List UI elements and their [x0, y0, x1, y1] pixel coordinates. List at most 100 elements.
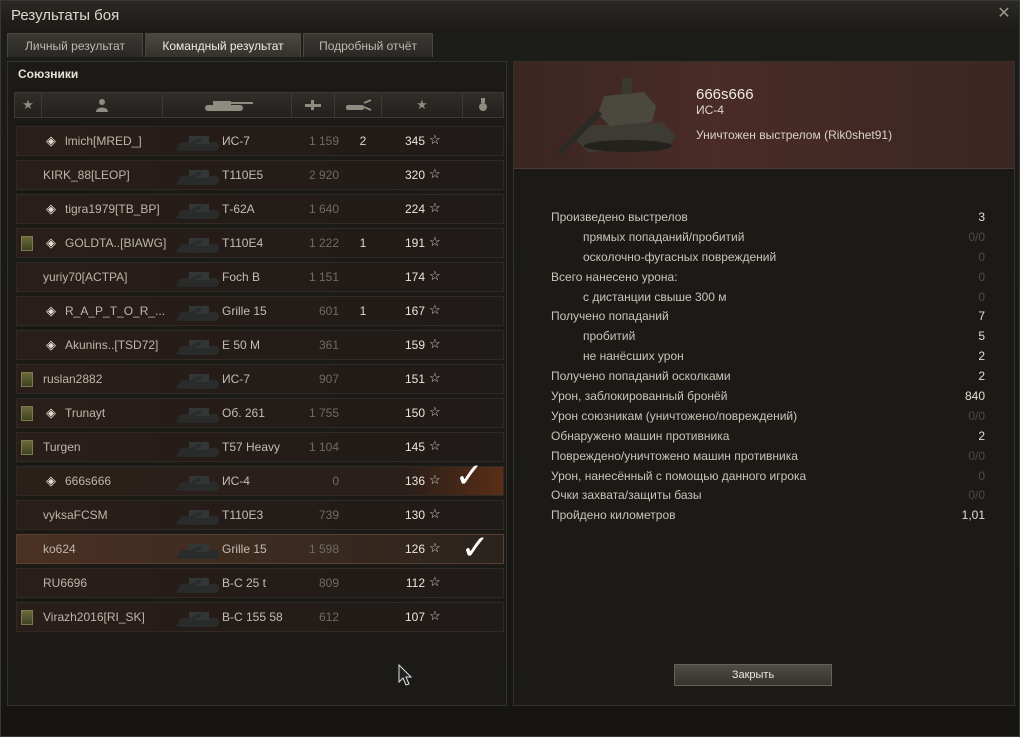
- stat-label: не нанёсших урон: [583, 349, 684, 364]
- player-name-cell: lmich[MRED_]: [65, 134, 142, 148]
- experience-cell: 345: [404, 134, 425, 148]
- damage-icon: [305, 100, 321, 110]
- damage-cell: 1 159: [308, 134, 339, 148]
- stat-row: Получено попаданий осколками 2: [551, 367, 985, 387]
- table-row[interactable]: ◈ 666s666 ИС-4 0 136 ☆: [16, 466, 504, 496]
- player-name-cell: tigra1979[TB_BP]: [65, 202, 160, 216]
- stat-row: Урон союзникам (уничтожено/повреждений) 0…: [551, 407, 985, 427]
- stat-label: Урон, заблокированный бронёй: [551, 389, 728, 404]
- stat-value: 0: [978, 289, 985, 304]
- stat-value: 0/0: [968, 488, 985, 503]
- tab-personal-result[interactable]: Личный результат: [7, 33, 143, 57]
- kills-cell: 1: [359, 304, 367, 318]
- player-name-cell: ko624: [43, 542, 76, 556]
- stat-row: Урон, нанесённый с помощью данного игрок…: [551, 467, 985, 487]
- tank-name-cell: Об. 261: [222, 406, 265, 420]
- header-badge-column[interactable]: ★: [15, 93, 42, 117]
- experience-star-icon: ☆: [429, 132, 441, 147]
- table-row[interactable]: ko624 Grille 15 1 598 126 ☆: [16, 534, 504, 564]
- header-experience-column[interactable]: ★: [382, 93, 463, 117]
- player-name-cell: vyksaFCSM: [43, 508, 108, 522]
- table-row[interactable]: ◈ R_A_P_T_O_R_... Grille 15 601 1 167 ☆: [16, 296, 504, 326]
- damage-cell: 0: [332, 474, 339, 488]
- damage-cell: 1 104: [308, 440, 339, 454]
- tank-name-cell: ИС-4: [222, 474, 250, 488]
- player-header: 666s666 ИС-4 Уничтожен выстрелом (Rik0sh…: [514, 62, 1014, 169]
- player-name-cell: 666s666: [65, 474, 112, 488]
- platoon-icon: ◈: [46, 337, 56, 352]
- stat-row: Пройдено километров 1,01: [551, 506, 985, 526]
- medal-icon: [479, 98, 487, 111]
- stat-row: Урон, заблокированный бронёй 840: [551, 387, 985, 407]
- stat-row: осколочно-фугасных повреждений 0: [551, 248, 985, 268]
- tab-detailed-report[interactable]: Подробный отчёт: [303, 33, 433, 57]
- damage-cell: 601: [318, 304, 339, 318]
- player-name: 666s666: [696, 86, 754, 103]
- stat-value: 0/0: [968, 448, 985, 463]
- table-row[interactable]: yuriy70[ACTPA] Foch B 1 151 174 ☆: [16, 262, 504, 292]
- player-tank: ИС-4: [696, 103, 724, 117]
- platoon-icon: ◈: [46, 201, 56, 216]
- table-row[interactable]: KIRK_88[LEOP] T110E5 2 920 320 ☆: [16, 160, 504, 190]
- tab-team-result[interactable]: Командный результат: [145, 33, 301, 57]
- allies-section-title: Союзники: [18, 67, 79, 81]
- table-row[interactable]: ◈ GOLDTA..[BIAWG] T110E4 1 222 1 191 ☆: [16, 228, 504, 258]
- checkmark-annotation: ✓: [455, 456, 484, 496]
- experience-cell: 145: [404, 440, 425, 454]
- platoon-icon: ◈: [46, 235, 56, 250]
- stat-value: 2: [978, 428, 985, 443]
- damage-cell: 1 755: [308, 406, 339, 420]
- player-name-cell: yuriy70[ACTPA]: [43, 270, 128, 284]
- tank-name-cell: B-C 155 58: [222, 610, 283, 624]
- stat-value: 3: [978, 210, 985, 224]
- header-tank-column[interactable]: [163, 93, 292, 117]
- tank-name-cell: ИС-7: [222, 134, 250, 148]
- stat-label: Пройдено километров: [551, 508, 676, 523]
- table-row[interactable]: Turgen T57 Heavy 1 104 145 ☆: [16, 432, 504, 462]
- table-row[interactable]: Virazh2016[RI_SK] B-C 155 58 612 107 ☆: [16, 602, 504, 632]
- tank-name-cell: Foch B: [222, 270, 261, 284]
- damage-cell: 1 640: [308, 202, 339, 216]
- header-medal-column[interactable]: [463, 93, 503, 117]
- experience-star-icon: ☆: [429, 234, 441, 249]
- experience-cell: 159: [404, 338, 425, 352]
- experience-star-icon: ☆: [429, 506, 441, 521]
- experience-star-icon: ☆: [429, 540, 441, 555]
- experience-star-icon: ☆: [429, 166, 441, 181]
- experience-cell: 107: [404, 610, 425, 624]
- tank-icon: [205, 101, 253, 111]
- experience-star-icon: ☆: [429, 302, 441, 317]
- header-kills-column[interactable]: [335, 93, 382, 117]
- table-row[interactable]: ruslan2882 ИС-7 907 151 ☆: [16, 364, 504, 394]
- header-damage-column[interactable]: [292, 93, 335, 117]
- close-button[interactable]: Закрыть: [674, 664, 832, 686]
- table-row[interactable]: RU6696 B-C 25 t 809 112 ☆: [16, 568, 504, 598]
- player-name-cell: ruslan2882: [43, 372, 103, 386]
- close-icon[interactable]: ✕: [995, 5, 1013, 23]
- stat-value: 0/0: [968, 229, 985, 244]
- damage-cell: 361: [318, 338, 339, 352]
- table-row[interactable]: vyksaFCSM T110E3 739 130 ☆: [16, 500, 504, 530]
- allies-panel: Союзники ★ ★ ◈ lmich[MRED_] ИС-7 1 159 2…: [7, 61, 507, 706]
- table-row[interactable]: ◈ Trunayt Об. 261 1 755 150 ☆: [16, 398, 504, 428]
- tank-name-cell: Grille 15: [222, 542, 267, 556]
- stat-value: 840: [964, 389, 985, 404]
- header-player-column[interactable]: [42, 93, 163, 117]
- platoon-icon: ◈: [46, 473, 56, 488]
- stat-value: 2: [978, 349, 985, 364]
- stat-row: Обнаружено машин противника 2: [551, 427, 985, 447]
- experience-star-icon: ☆: [429, 438, 441, 453]
- player-name-cell: Virazh2016[RI_SK]: [43, 610, 145, 624]
- table-row[interactable]: ◈ Akunins..[TSD72] E 50 M 361 159 ☆: [16, 330, 504, 360]
- damage-cell: 1 222: [308, 236, 339, 250]
- stat-value: 0/0: [968, 408, 985, 423]
- window-title: Результаты боя: [11, 7, 120, 24]
- table-row[interactable]: ◈ lmich[MRED_] ИС-7 1 159 2 345 ☆: [16, 126, 504, 156]
- stat-row: с дистанции свыше 300 м 0: [551, 288, 985, 308]
- damage-cell: 612: [318, 610, 339, 624]
- table-header: ★ ★: [14, 92, 504, 118]
- table-row[interactable]: ◈ tigra1979[TB_BP] Т-62А 1 640 224 ☆: [16, 194, 504, 224]
- stat-row: Получено попаданий 7: [551, 307, 985, 327]
- stat-label: Получено попаданий осколками: [551, 369, 731, 384]
- stat-label: пробитий: [583, 329, 636, 344]
